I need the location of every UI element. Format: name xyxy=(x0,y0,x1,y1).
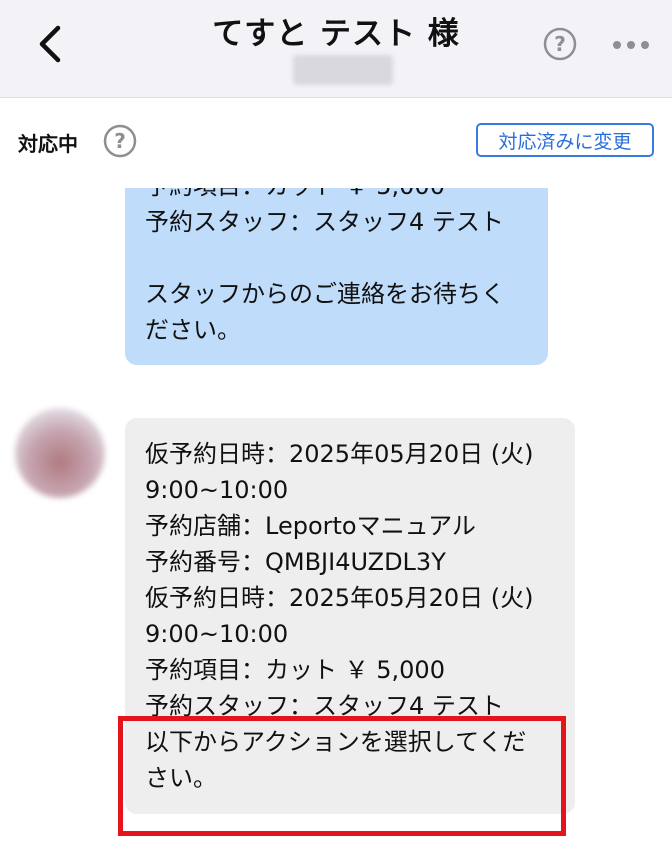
message-line: ださい。 xyxy=(145,316,241,344)
svg-text:?: ? xyxy=(114,129,126,153)
message-line: さい。 xyxy=(145,764,217,792)
message-line: 予約番号：QMBJI4UZDL3Y xyxy=(145,548,446,576)
blurred-subtitle xyxy=(293,55,393,85)
chat-area[interactable]: 予約項目：カット ￥ 5,000 予約スタッフ：スタッフ4 テスト スタッフから… xyxy=(0,150,672,863)
svg-text:?: ? xyxy=(554,32,566,56)
message-line xyxy=(145,240,528,276)
message-line: 9:00~10:00 xyxy=(145,620,289,648)
message-line: 以下からアクションを選択してくだ xyxy=(145,728,527,756)
message-line: 予約スタッフ：スタッフ4 テスト xyxy=(145,692,504,720)
message-line: 仮予約日時：2025年05月20日 (火) xyxy=(145,584,534,612)
message-line: 予約項目：カット ￥ 5,000 xyxy=(145,656,445,684)
ellipsis-icon xyxy=(613,41,649,49)
incoming-message-bubble: 仮予約日時：2025年05月20日 (火) 9:00~10:00 予約店舗：Le… xyxy=(125,418,575,814)
question-circle-icon: ? xyxy=(103,124,137,158)
message-line: スタッフからのご連絡をお待ちく xyxy=(145,280,505,308)
message-line: 予約店舗：Leportoマニュアル xyxy=(145,512,476,540)
question-circle-icon: ? xyxy=(543,27,577,61)
status-help-button[interactable]: ? xyxy=(103,124,137,158)
mark-resolved-button[interactable]: 対応済みに変更 xyxy=(476,123,654,157)
message-line: 予約スタッフ：スタッフ4 テスト xyxy=(145,208,504,236)
avatar[interactable] xyxy=(15,408,105,498)
message-line: 9:00~10:00 xyxy=(145,476,289,504)
more-options-button[interactable] xyxy=(609,30,653,60)
status-label: 対応中 xyxy=(18,132,78,156)
message-line: 仮予約日時：2025年05月20日 (火) xyxy=(145,440,534,468)
header-help-button[interactable]: ? xyxy=(543,27,577,61)
chat-header: てすと テスト 様 ? xyxy=(0,0,672,98)
